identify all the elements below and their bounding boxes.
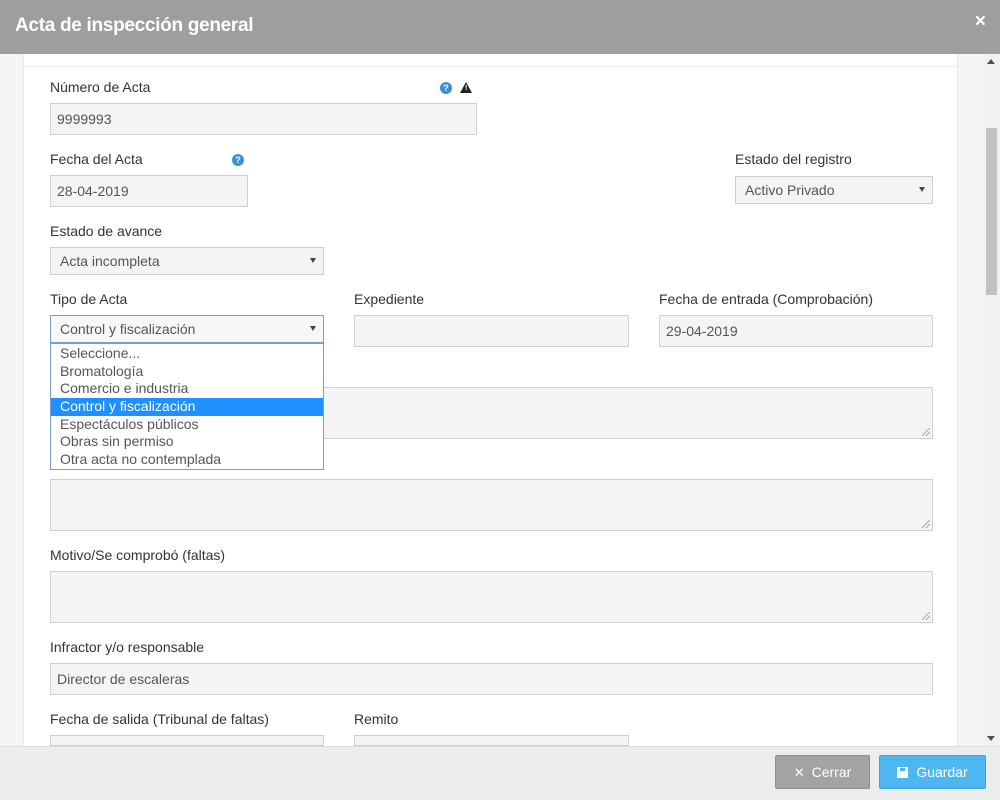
dropdown-option-selected[interactable]: Control y fiscalización	[51, 398, 323, 416]
estado-avance-select[interactable]: Acta incompleta	[50, 247, 324, 275]
vertical-scrollbar[interactable]	[983, 54, 1000, 746]
tipo-acta-select[interactable]: Control y fiscalización	[50, 315, 324, 343]
fecha-entrada-input[interactable]: 29-04-2019	[659, 315, 933, 347]
fecha-entrada-label: Fecha de entrada (Comprobación)	[659, 291, 874, 307]
guardar-label: Guardar	[916, 764, 968, 780]
fecha-acta-label: Fecha del Acta	[50, 151, 143, 167]
estado-avance-value: Acta incompleta	[60, 253, 160, 269]
help-icon[interactable]: ?	[232, 154, 244, 166]
expediente-input[interactable]	[354, 315, 629, 347]
dropdown-option[interactable]: Comercio e industria	[51, 380, 323, 398]
estado-avance-label: Estado de avance	[50, 223, 163, 239]
chevron-down-icon	[310, 326, 316, 331]
estado-registro-value: Activo Privado	[745, 182, 835, 198]
scroll-down-icon[interactable]	[987, 736, 995, 741]
tipo-acta-value: Control y fiscalización	[60, 321, 196, 337]
chevron-down-icon	[919, 187, 925, 192]
remito-input[interactable]	[354, 735, 629, 746]
scroll-up-icon[interactable]	[987, 59, 995, 64]
estado-registro-select[interactable]: Activo Privado	[735, 176, 933, 204]
dropdown-option[interactable]: Seleccione...	[51, 345, 323, 363]
modal-title: Acta de inspección general	[15, 15, 254, 36]
help-icon[interactable]: ?	[440, 82, 452, 94]
scroll-thumb[interactable]	[986, 128, 997, 295]
motivo-label: Motivo/Se comprobó (faltas)	[50, 547, 226, 563]
resize-handle-icon[interactable]	[922, 428, 930, 436]
fecha-acta-input[interactable]: 28-04-2019	[50, 175, 248, 207]
tipo-acta-dropdown[interactable]: Seleccione... Bromatología Comercio e in…	[50, 343, 324, 470]
textarea-field[interactable]	[50, 479, 933, 531]
dropdown-option[interactable]: Espectáculos públicos	[51, 416, 323, 434]
tipo-acta-label: Tipo de Acta	[50, 291, 128, 307]
dropdown-option[interactable]: Bromatología	[51, 363, 323, 381]
fecha-salida-input[interactable]	[50, 735, 324, 746]
dropdown-option[interactable]: Otra acta no contemplada	[51, 451, 323, 469]
estado-registro-label: Estado del registro	[735, 151, 852, 167]
close-icon[interactable]: ×	[975, 11, 986, 33]
cerrar-label: Cerrar	[811, 764, 852, 780]
infractor-input[interactable]: Director de escaleras	[50, 663, 933, 695]
resize-handle-icon[interactable]	[922, 520, 930, 528]
guardar-button[interactable]: Guardar	[879, 755, 986, 789]
numero-acta-input[interactable]: 9999993	[50, 103, 477, 135]
resize-handle-icon[interactable]	[922, 612, 930, 620]
modal-footer: ✕ Cerrar Guardar	[0, 746, 1000, 800]
motivo-textarea[interactable]	[50, 571, 933, 623]
expediente-label: Expediente	[354, 291, 425, 307]
fecha-salida-label: Fecha de salida (Tribunal de faltas)	[50, 711, 269, 727]
save-icon	[897, 767, 909, 778]
modal-header: Acta de inspección general ×	[0, 0, 1000, 54]
remito-label: Remito	[354, 711, 399, 727]
close-icon: ✕	[793, 765, 805, 780]
divider	[24, 66, 957, 67]
dropdown-option[interactable]: Obras sin permiso	[51, 433, 323, 451]
cerrar-button[interactable]: ✕ Cerrar	[775, 755, 870, 789]
infractor-label: Infractor y/o responsable	[50, 639, 205, 655]
warning-icon[interactable]: !	[460, 82, 472, 93]
chevron-down-icon	[310, 258, 316, 263]
numero-acta-label: Número de Acta	[50, 79, 151, 95]
warning-icon-mark: !	[465, 85, 468, 92]
